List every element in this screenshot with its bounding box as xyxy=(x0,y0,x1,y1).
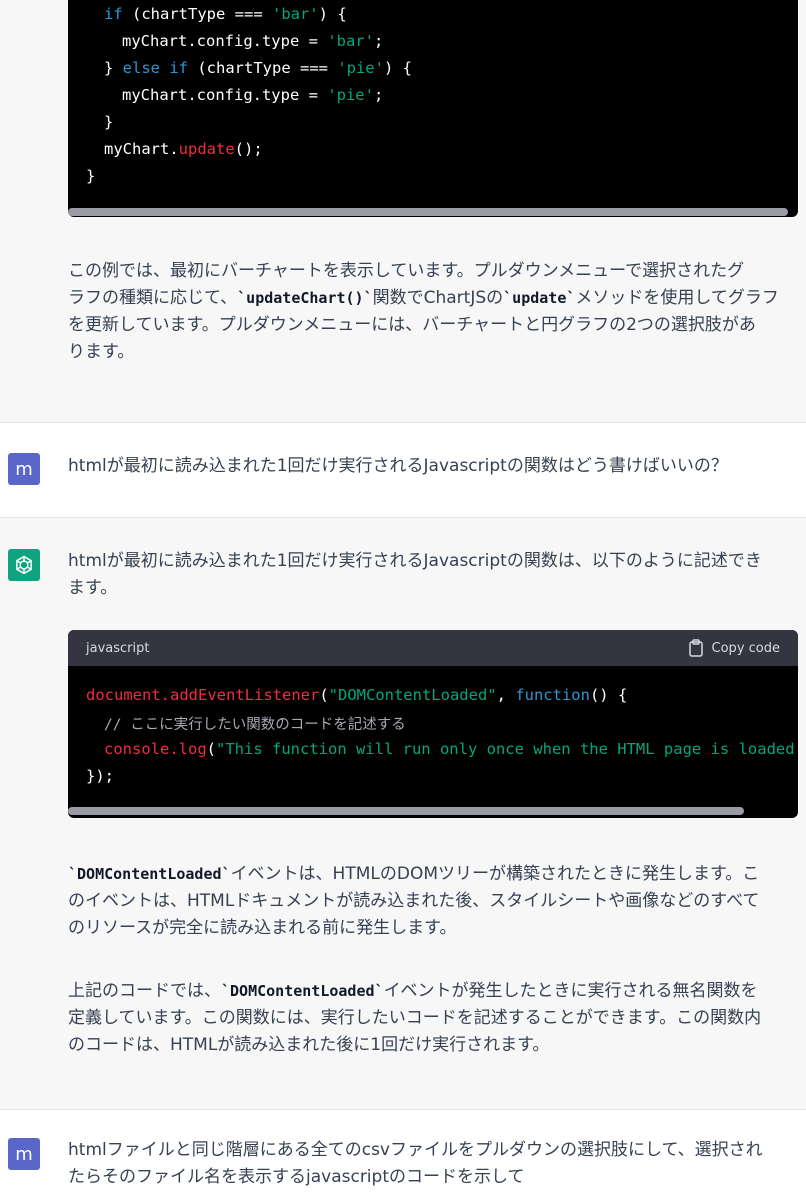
user-avatar: m xyxy=(8,453,40,485)
openai-logo-icon xyxy=(8,549,40,581)
code-line: }); xyxy=(86,767,114,785)
assistant-paragraph: この例では、最初にバーチャートを表示しています。プルダウンメニューで選択されたグ… xyxy=(68,261,779,362)
assistant-message: htmlが最初に読み込まれた1回だけ実行されるJavascriptの関数は、以下… xyxy=(0,518,806,1109)
code-line: myChart.config.type = 'pie'; xyxy=(122,86,384,104)
assistant-paragraph: 上記のコードでは、`DOMContentLoaded`イベントが発生したときに実… xyxy=(68,981,762,1055)
code-line: document.addEventListener("DOMContentLoa… xyxy=(86,686,628,704)
code-line: if (chartType === 'bar') { xyxy=(104,5,347,23)
user-message: m htmlファイルと同じ階層にある全てのcsvファイルをプルダウンの選択肢にし… xyxy=(0,1110,806,1200)
user-message: m htmlが最初に読み込まれた1回だけ実行されるJavascriptの関数はど… xyxy=(0,423,806,517)
code-header: javascript Copy code xyxy=(68,630,798,666)
code-language-label: javascript xyxy=(86,640,150,656)
code-line: myChart.update(); xyxy=(104,140,263,158)
code-line: } xyxy=(86,167,96,185)
code-line: } xyxy=(104,113,114,131)
code-block-top: if (chartType === 'bar') { myChart.confi… xyxy=(68,0,798,217)
assistant-intro: htmlが最初に読み込まれた1回だけ実行されるJavascriptの関数は、以下… xyxy=(68,551,762,598)
code-line: console.log("This function will run only… xyxy=(104,740,795,758)
copy-code-label: Copy code xyxy=(711,640,780,656)
user-avatar: m xyxy=(8,1138,40,1170)
assistant-paragraph: `DOMContentLoaded`イベントは、HTMLのDOMツリーが構築され… xyxy=(68,864,760,938)
code-block-javascript: javascript Copy code document.addEventLi… xyxy=(68,630,798,818)
assistant-message-previous: if (chartType === 'bar') { myChart.confi… xyxy=(0,0,806,422)
clipboard-icon xyxy=(688,639,703,657)
code-scrollbar[interactable] xyxy=(68,807,744,815)
code-scrollbar[interactable] xyxy=(68,208,788,216)
user-message-text: htmlファイルと同じ階層にある全てのcsvファイルをプルダウンの選択肢にして、… xyxy=(68,1140,763,1187)
user-message-text: htmlが最初に読み込まれた1回だけ実行されるJavascriptの関数はどう書… xyxy=(68,456,728,476)
code-line: } else if (chartType === 'pie') { xyxy=(104,59,412,77)
code-comment: // ここに実行したい関数のコードを記述する xyxy=(104,717,406,733)
code-line: myChart.config.type = 'bar'; xyxy=(122,32,384,50)
copy-code-button[interactable]: Copy code xyxy=(688,639,780,657)
